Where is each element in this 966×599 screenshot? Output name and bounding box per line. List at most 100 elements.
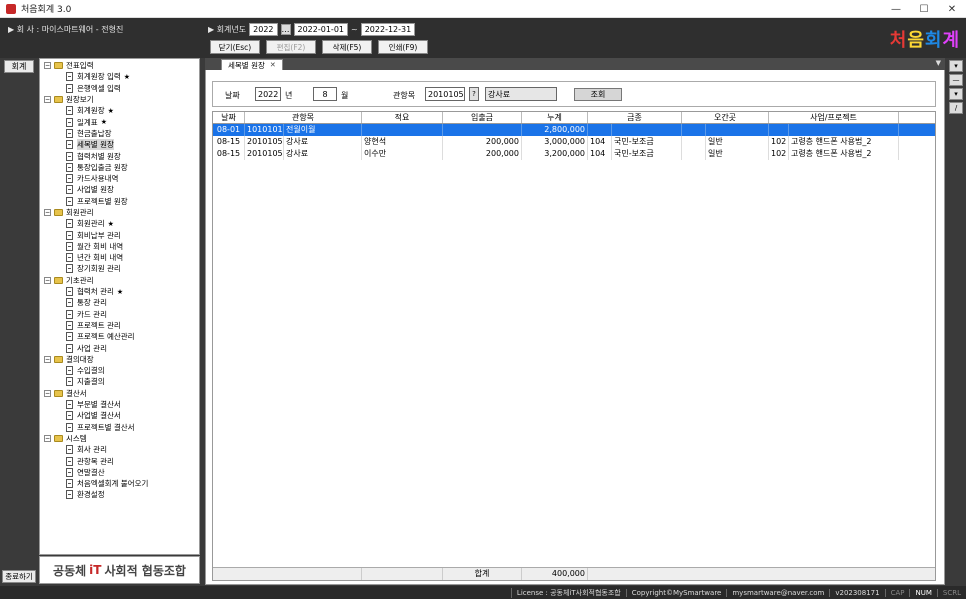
tree-item[interactable]: 연말결산 — [40, 467, 199, 478]
collapse-icon[interactable]: − — [44, 389, 51, 397]
collapse-icon[interactable]: − — [44, 355, 51, 363]
tab-ledger-by-item[interactable]: 세목별 원장 ✕ — [221, 59, 283, 70]
tab-label: 세목별 원장 — [228, 60, 265, 70]
tree-item[interactable]: 회원관리 ★ — [40, 218, 199, 229]
collapse-icon[interactable]: − — [44, 276, 51, 284]
search-button[interactable]: 조회 — [574, 88, 622, 101]
column-header[interactable]: 누계 — [522, 112, 588, 123]
tree-label: 프로젝트별 결산서 — [77, 422, 135, 432]
fiscal-year-picker-button[interactable]: … — [280, 24, 291, 35]
side-button-3[interactable]: ▾ — [949, 88, 963, 100]
cell-dest: 일반 — [706, 148, 769, 160]
favorite-star-icon: ★ — [107, 219, 114, 228]
cell-fund-code — [588, 124, 612, 136]
edit-button[interactable]: 편집(F2) — [266, 40, 316, 54]
tree-item[interactable]: 부문별 결산서 — [40, 399, 199, 410]
exit-button[interactable]: 종료하기 — [2, 570, 36, 583]
column-header[interactable]: 사업/프로젝트 — [769, 112, 899, 123]
column-header[interactable]: 입출금 — [443, 112, 522, 123]
tree-item[interactable]: 프로젝트 예산관리 — [40, 331, 199, 342]
collapse-icon[interactable]: − — [44, 434, 51, 442]
collapse-icon[interactable]: − — [44, 209, 51, 216]
tree-item[interactable]: 월간 회비 내역 — [40, 241, 199, 252]
tree-item[interactable]: 사업별 결산서 — [40, 410, 199, 421]
maximize-button[interactable]: ☐ — [910, 0, 938, 18]
tree-item[interactable]: 프로젝트별 결산서 — [40, 422, 199, 433]
version-text: v202308171 — [829, 588, 884, 597]
side-button-1[interactable]: ▾ — [949, 60, 963, 72]
tree-label: 시스템 — [66, 433, 87, 443]
side-button-2[interactable]: — — [949, 74, 963, 86]
tree-item[interactable]: 현금출납장 — [40, 128, 199, 139]
tree-group[interactable]: − 결산서 — [40, 388, 199, 399]
table-row[interactable]: 08-01 1010101 전월이월 2,800,000 — [213, 124, 935, 136]
tree-item[interactable]: 은행엑셀 입력 — [40, 83, 199, 94]
print-button[interactable]: 인쇄(F9) — [378, 40, 428, 54]
org-logo-it: iT — [89, 563, 102, 577]
tree-label: 프로젝트 관리 — [77, 320, 121, 330]
column-header[interactable]: 날짜 — [213, 112, 245, 123]
month-input[interactable]: 8 — [313, 87, 337, 101]
tree-item[interactable]: 협력처별 원장 — [40, 150, 199, 161]
tree-item[interactable]: 처음엑셀회계 불어오기 — [40, 478, 199, 489]
tree-item[interactable]: 협력처 관리 ★ — [40, 286, 199, 297]
tree-item[interactable]: 프로젝트별 원장 — [40, 196, 199, 207]
tree-label: 처음엑셀회계 불어오기 — [77, 479, 149, 489]
collapse-icon[interactable]: − — [44, 62, 51, 70]
tree-item[interactable]: 사업별 원장 — [40, 184, 199, 195]
tree-item[interactable]: 통장 관리 — [40, 297, 199, 308]
tree-group[interactable]: − 결의대장 — [40, 354, 199, 365]
tree-label: 세목별 원장 — [77, 139, 114, 151]
tree-item[interactable]: 프로젝트 관리 — [40, 320, 199, 331]
tree-item[interactable]: 일계표 ★ — [40, 116, 199, 127]
tree-item[interactable]: 환경설정 — [40, 489, 199, 500]
accounting-tab[interactable]: 회계 — [4, 60, 34, 73]
tree-item[interactable]: 수입결의 — [40, 365, 199, 376]
tree-group[interactable]: − 전표입력 — [40, 60, 199, 71]
column-header[interactable]: 오간곳 — [682, 112, 769, 123]
account-lookup-button[interactable]: ? — [469, 87, 479, 101]
column-header[interactable]: 관항목 — [245, 112, 362, 123]
date-to-input[interactable]: 2022-12-31 — [360, 23, 416, 36]
tree-group[interactable]: − 원장보기 — [40, 94, 199, 105]
tree-item[interactable]: 세목별 원장 — [40, 139, 199, 151]
close-button[interactable]: 닫기(Esc) — [210, 40, 260, 54]
document-icon — [66, 241, 73, 251]
column-header[interactable]: 적요 — [362, 112, 443, 123]
document-icon — [66, 400, 73, 410]
tab-close-icon[interactable]: ✕ — [270, 61, 276, 69]
tree-item[interactable]: 사업 관리 — [40, 342, 199, 353]
tree-item[interactable]: 년간 회비 내역 — [40, 252, 199, 263]
cell-amount — [443, 124, 522, 136]
tree-item[interactable]: 회비납부 관리 — [40, 229, 199, 240]
tree-group[interactable]: − 기초관리 — [40, 275, 199, 286]
close-window-button[interactable]: ✕ — [938, 0, 966, 18]
tree-item[interactable]: 회계원장 입력 ★ — [40, 71, 199, 82]
tree-item[interactable]: 관항목 관리 — [40, 455, 199, 466]
tree-item[interactable]: 통장입출금 원장 — [40, 162, 199, 173]
tree-item[interactable]: 지출결의 — [40, 376, 199, 387]
minimize-button[interactable]: — — [882, 0, 910, 18]
month-unit: 월 — [341, 91, 349, 100]
tree-item[interactable]: 회계원장 ★ — [40, 105, 199, 116]
tab-menu-icon[interactable]: ▼ — [936, 59, 941, 67]
table-row[interactable]: 08-15 2010105 강사료 이수만 200,000 3,200,000 104 국민-… — [213, 148, 935, 160]
tree-item[interactable]: 장기회원 관리 — [40, 263, 199, 274]
tree-group[interactable]: − 회원관리 — [40, 207, 199, 218]
logo-char: 회 — [924, 30, 943, 51]
tree-item[interactable]: 회사 관리 — [40, 444, 199, 455]
tree-item[interactable]: 카드사용내역 — [40, 173, 199, 184]
account-code-input[interactable]: 2010105 — [425, 87, 465, 101]
column-header[interactable]: 금종 — [588, 112, 682, 123]
tree-label: 기초관리 — [66, 275, 94, 285]
tree-label: 원장보기 — [66, 95, 94, 105]
year-input[interactable]: 2022 — [255, 87, 281, 101]
collapse-icon[interactable]: − — [44, 96, 51, 104]
table-row[interactable]: 08-15 2010105 강사료 양현석 200,000 3,000,000 104 국민-… — [213, 136, 935, 148]
date-from-input[interactable]: 2022-01-01 — [293, 23, 348, 36]
tree-group[interactable]: − 시스템 — [40, 433, 199, 444]
side-button-4[interactable]: / — [949, 102, 963, 114]
tree-item[interactable]: 카드 관리 — [40, 309, 199, 320]
delete-button[interactable]: 삭제(F5) — [322, 40, 372, 54]
fiscal-year-input[interactable]: 2022 — [249, 23, 278, 36]
